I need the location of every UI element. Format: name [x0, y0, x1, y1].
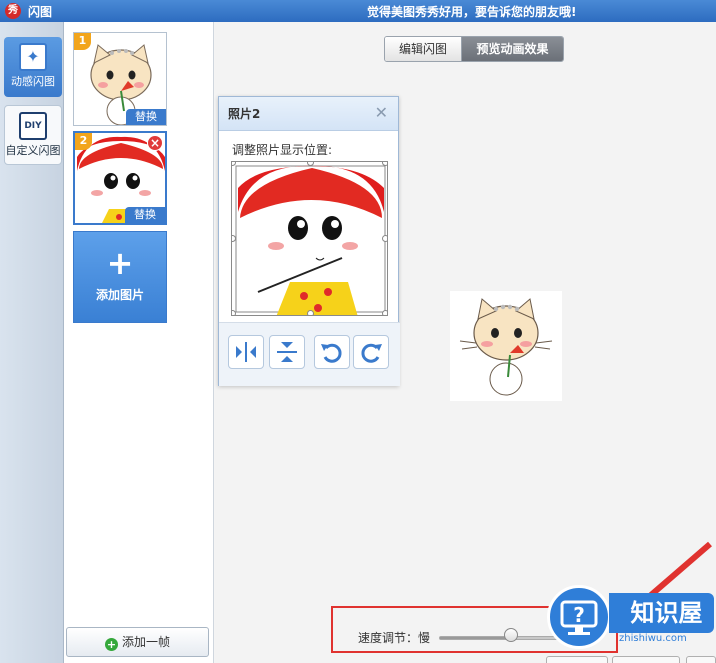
frame-thumbnail-1[interactable]: 1 替换: [73, 32, 167, 126]
speed-slider-thumb[interactable]: [503, 628, 518, 642]
crop-handle[interactable]: [382, 310, 387, 315]
add-image-button[interactable]: + 添加图片: [73, 231, 167, 323]
diy-icon: DIY: [19, 112, 47, 140]
nav-item-label: 动感闪图: [11, 75, 55, 88]
dialog-header: 照片2 ✕: [219, 97, 398, 131]
slogan-text: 觉得美图秀秀好用，要告诉您的朋友哦!: [367, 5, 577, 19]
crop-handle[interactable]: [382, 162, 387, 166]
sparkle-icon: ✦: [19, 43, 47, 71]
rotate-left-icon[interactable]: [314, 335, 350, 369]
frame-thumbnail-2[interactable]: 2 × 替换: [73, 131, 167, 225]
crop-handle[interactable]: [382, 235, 387, 242]
question-monitor-icon: ?: [547, 585, 611, 649]
watermark-logo: ? 知识屋 zhishiwu.com: [547, 585, 716, 663]
dialog-hint: 调整照片显示位置:: [232, 143, 333, 157]
add-circle-icon: +: [104, 638, 118, 651]
animation-preview: [450, 291, 562, 401]
add-frame-button[interactable]: + 添加一帧: [66, 627, 209, 657]
view-tabs: 编辑闪图 预览动画效果: [384, 36, 564, 62]
nav-item-dynamic-flash[interactable]: ✦ 动感闪图: [4, 37, 62, 97]
watermark-subtitle: zhishiwu.com: [619, 633, 687, 644]
crop-handle[interactable]: [232, 310, 236, 315]
left-nav: ✦ 动感闪图 DIY 自定义闪图: [0, 22, 64, 663]
frames-panel: 1 替换 2 × 替换 + 添加图片 + 添加一帧: [64, 22, 214, 663]
dialog-title: 照片2: [228, 107, 261, 121]
window-title: 闪图: [28, 5, 53, 19]
rotate-right-icon[interactable]: [353, 335, 389, 369]
flip-horizontal-icon[interactable]: [228, 335, 264, 369]
add-image-label: 添加图片: [95, 288, 144, 302]
frame-number-badge: 1: [74, 33, 91, 50]
svg-text:?: ?: [573, 603, 585, 627]
tab-preview-animation[interactable]: 预览动画效果: [462, 37, 563, 61]
frame-number-badge: 2: [75, 133, 92, 150]
photo-dialog: 照片2 ✕ 调整照片显示位置:: [218, 96, 400, 386]
nav-item-label: 自定义闪图: [5, 144, 61, 157]
add-frame-label: 添加一帧: [121, 635, 170, 649]
replace-button[interactable]: 替换: [126, 109, 166, 125]
crop-handle[interactable]: [307, 310, 314, 315]
app-logo-icon: 秀: [5, 3, 21, 19]
crop-area[interactable]: [231, 161, 388, 316]
title-bar: 秀 闪图 觉得美图秀秀好用，要告诉您的朋友哦!: [0, 0, 716, 22]
replace-button[interactable]: 替换: [125, 207, 165, 223]
nav-item-custom-flash[interactable]: DIY 自定义闪图: [4, 105, 62, 165]
cat-preview-image: [450, 291, 562, 401]
plus-icon: +: [106, 244, 134, 282]
flip-vertical-icon[interactable]: [269, 335, 305, 369]
tab-edit-flash[interactable]: 编辑闪图: [385, 37, 462, 61]
speed-label: 速度调节：慢: [358, 631, 431, 645]
crop-preview-image: [232, 162, 387, 315]
close-icon[interactable]: ×: [147, 135, 163, 151]
watermark-title: 知识屋: [609, 593, 714, 633]
close-icon[interactable]: ✕: [375, 103, 388, 122]
speed-slider-fill: [440, 637, 511, 639]
transform-toolbar: [219, 322, 400, 386]
